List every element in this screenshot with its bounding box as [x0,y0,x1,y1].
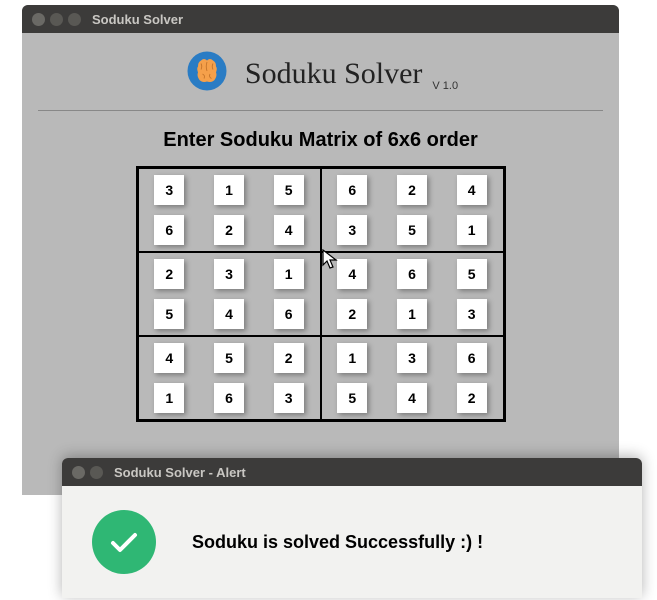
cell-input[interactable] [154,343,184,373]
window-title: Soduku Solver [92,12,183,27]
close-icon[interactable] [32,13,45,26]
instruction-text: Enter Soduku Matrix of 6x6 order [22,129,619,152]
cell-input[interactable] [457,175,487,205]
main-window: Soduku Solver Soduku Solver V 1.0 Enter … [22,5,619,495]
cell-input[interactable] [274,343,304,373]
cell-input[interactable] [214,383,244,413]
cell-input[interactable] [337,383,367,413]
header-divider [38,110,603,111]
cell-input[interactable] [457,383,487,413]
alert-body: Soduku is solved Successfully :) ! [62,486,642,598]
cell-input[interactable] [274,259,304,289]
cell-input[interactable] [154,299,184,329]
cell-input[interactable] [457,259,487,289]
alert-message: Soduku is solved Successfully :) ! [192,532,483,553]
cell-input[interactable] [154,215,184,245]
app-title: Soduku Solver [245,57,423,91]
brain-icon [183,47,231,100]
cell-input[interactable] [274,215,304,245]
cell-input[interactable] [214,299,244,329]
cell-input[interactable] [397,383,427,413]
cell-input[interactable] [154,259,184,289]
cell-input[interactable] [457,343,487,373]
cell-input[interactable] [457,299,487,329]
cell-input[interactable] [214,175,244,205]
cell-input[interactable] [337,343,367,373]
cell-input[interactable] [337,259,367,289]
cell-input[interactable] [154,383,184,413]
cell-input[interactable] [337,175,367,205]
grid-block [138,252,321,336]
cell-input[interactable] [274,175,304,205]
grid-block [321,252,504,336]
grid-block [321,336,504,420]
grid-block [321,168,504,252]
cell-input[interactable] [397,299,427,329]
cell-input[interactable] [397,215,427,245]
grid-container [22,166,619,422]
cell-input[interactable] [154,175,184,205]
maximize-icon[interactable] [68,13,81,26]
cell-input[interactable] [337,215,367,245]
alert-titlebar: Soduku Solver - Alert [62,458,642,486]
cell-input[interactable] [337,299,367,329]
cell-input[interactable] [457,215,487,245]
cell-input[interactable] [397,343,427,373]
cell-input[interactable] [214,259,244,289]
alert-window: Soduku Solver - Alert Soduku is solved S… [62,458,642,598]
cell-input[interactable] [214,215,244,245]
close-icon[interactable] [72,466,85,479]
grid-block [138,336,321,420]
minimize-icon[interactable] [50,13,63,26]
success-check-icon [92,510,156,574]
sudoku-grid [136,166,506,422]
minimize-icon[interactable] [90,466,103,479]
grid-block [138,168,321,252]
cell-input[interactable] [397,259,427,289]
main-titlebar: Soduku Solver [22,5,619,33]
cell-input[interactable] [274,383,304,413]
cell-input[interactable] [274,299,304,329]
cell-input[interactable] [397,175,427,205]
app-header: Soduku Solver V 1.0 [22,33,619,110]
app-version: V 1.0 [432,80,458,92]
alert-title: Soduku Solver - Alert [114,465,246,480]
cell-input[interactable] [214,343,244,373]
